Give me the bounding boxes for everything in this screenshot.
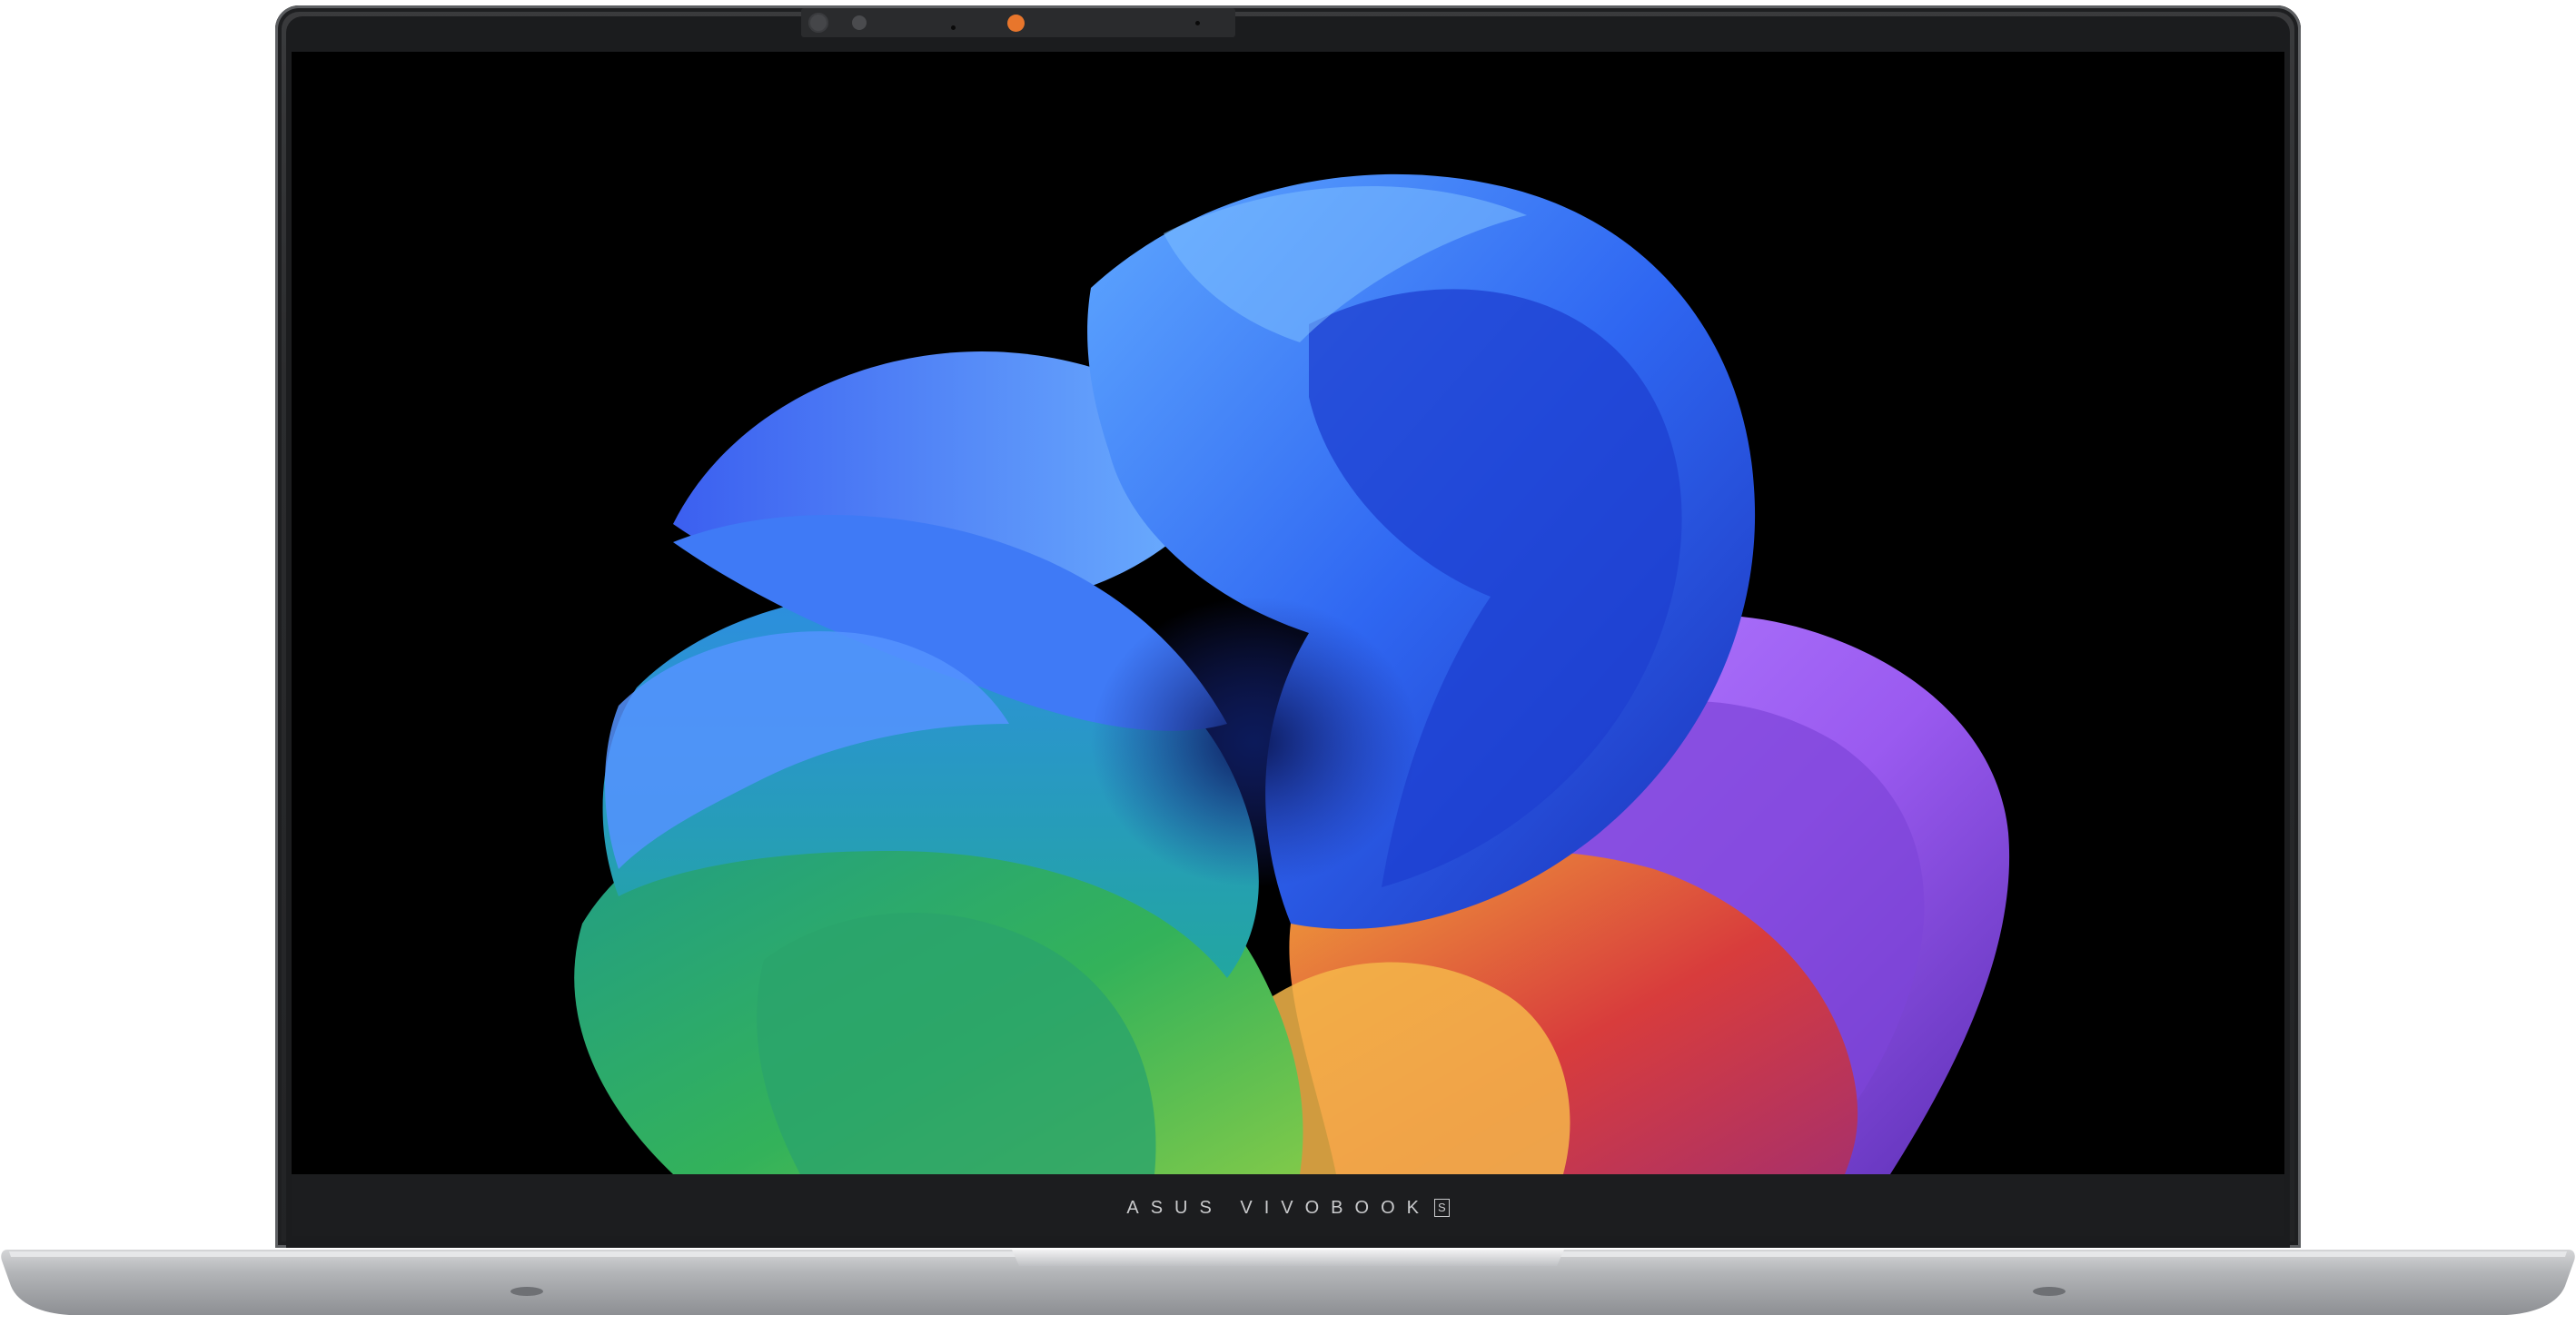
camera-shutter-icon — [808, 13, 828, 33]
abstract-bloom-wallpaper — [574, 173, 2010, 1174]
brand-logo: ASUS VIVOBOOK S — [0, 1198, 2576, 1219]
laptop-base — [0, 1250, 2576, 1317]
screen — [292, 52, 2284, 1174]
camera-lens-icon — [852, 15, 867, 30]
camera-indicator-icon — [1007, 15, 1025, 32]
foot-right — [2033, 1287, 2066, 1296]
lid-opening-notch — [1012, 1250, 1564, 1266]
brand-text: ASUS VIVOBOOK — [1126, 1198, 1431, 1218]
bloom-core-shadow — [1091, 597, 1418, 887]
sensor-dot-icon — [951, 25, 956, 30]
brand-mark: S — [1433, 1199, 1450, 1217]
foot-left — [510, 1287, 543, 1296]
sensor-dot-icon — [1195, 21, 1200, 25]
camera-module — [801, 8, 1235, 37]
chassis-edge — [1, 1250, 2575, 1315]
